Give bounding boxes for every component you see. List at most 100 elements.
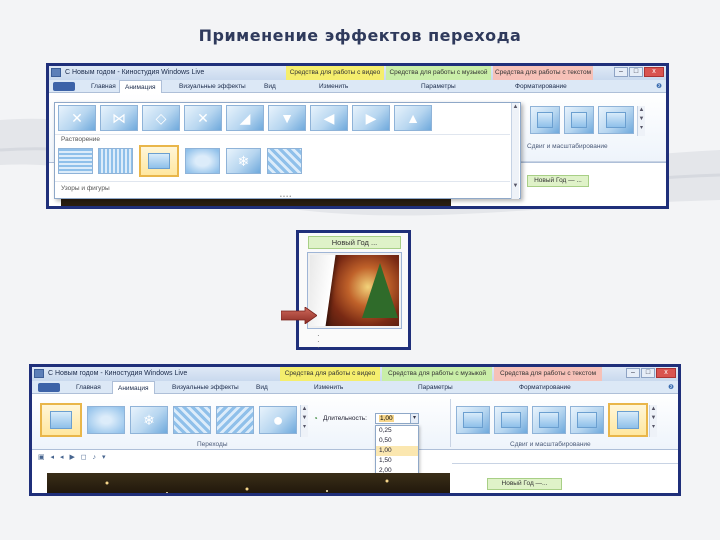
transition-thumb-2[interactable] — [87, 406, 125, 434]
transition-thumb-5[interactable] — [216, 406, 254, 434]
gallery-scrollbar[interactable]: ▲ ▼ — [511, 103, 519, 199]
close-icon[interactable]: x — [644, 67, 664, 77]
pan-zoom-scroll[interactable]: ▲ ▼ ▾ — [649, 405, 657, 437]
app-menu-icon[interactable] — [51, 68, 61, 77]
pan-zoom-thumb-2[interactable] — [564, 106, 594, 134]
file-menu-button[interactable] — [53, 82, 75, 91]
duration-option-050[interactable]: 0,50 — [376, 436, 418, 446]
transition-thumb-5[interactable]: ◢ — [226, 105, 264, 131]
transition-thumb-7[interactable]: ◀ — [310, 105, 348, 131]
pan-zoom-thumb-4[interactable] — [570, 406, 604, 434]
dissolve-thumb-5[interactable]: ❄ — [226, 148, 261, 174]
close-icon[interactable]: x — [656, 368, 676, 378]
quick-access-toolbar[interactable]: ▣ ◂ ◂ ▶ ◻ ♪ ▾ — [38, 453, 108, 461]
transition-thumb-3[interactable]: ◇ — [142, 105, 180, 131]
context-tab-text[interactable]: Средства для работы с текстом — [493, 66, 593, 80]
transition-thumb-selected[interactable] — [40, 403, 82, 437]
dissolve-thumb-2[interactable] — [98, 148, 133, 174]
tab-animation[interactable]: Анимация — [119, 80, 162, 93]
tab-home[interactable]: Главная — [91, 80, 116, 93]
tab-home[interactable]: Главная — [76, 381, 101, 394]
duration-label: Длительность: — [323, 415, 367, 422]
transition-thumb-2[interactable]: ⋈ — [100, 105, 138, 131]
maximize-icon[interactable]: □ — [641, 368, 655, 378]
window-controls: – □ x — [626, 368, 676, 378]
group-label-pan-zoom: Сдвиг и масштабирование — [527, 143, 608, 150]
transition-thumb-9[interactable]: ▲ — [394, 105, 432, 131]
tab-format[interactable]: Форматирование — [515, 80, 567, 93]
pan-zoom-thumb-1[interactable] — [456, 406, 490, 434]
timeline-clip-label: Новый Год —... — [487, 478, 562, 490]
transitions-scroll[interactable]: ▲ ▼ ▾ — [300, 405, 308, 437]
window-title: С Новым годом - Киностудия Windows Live — [48, 370, 188, 377]
clip-title-label: Новый Год ... — [308, 236, 401, 249]
tab-visual-effects[interactable]: Визуальные эффекты — [179, 80, 246, 93]
transitions-gallery-popup: ✕ ⋈ ◇ ✕ ◢ ▼ ◀ ▶ ▲ ▲ ▼ Растворение ❄ Узоры… — [54, 102, 521, 200]
context-tab-text[interactable]: Средства для работы с текстом — [494, 367, 602, 381]
chevron-down-icon[interactable]: ▾ — [410, 414, 418, 423]
group-label-transitions: Переходы — [197, 441, 228, 448]
screenshot-clip-thumbnail: Новый Год ... · · · — [296, 230, 411, 352]
title-bar: С Новым годом - Киностудия Windows Live … — [32, 367, 678, 381]
duration-option-100[interactable]: 1,00 — [376, 446, 418, 456]
pan-zoom-thumb-selected[interactable] — [608, 403, 648, 437]
pan-zoom-scroll[interactable]: ▲ ▼ ▾ — [637, 106, 645, 136]
duration-value: 1,00 — [379, 415, 394, 422]
tab-visual-effects[interactable]: Визуальные эффекты — [172, 381, 239, 394]
context-tab-music[interactable]: Средства для работы с музыкой — [386, 66, 491, 80]
minimize-icon[interactable]: – — [626, 368, 640, 378]
dissolve-thumb-6[interactable] — [267, 148, 302, 174]
transition-thumb-4[interactable]: ✕ — [184, 105, 222, 131]
help-icon[interactable]: ❷ — [668, 381, 674, 394]
tab-animation[interactable]: Анимация — [112, 381, 155, 394]
transition-thumb-6[interactable]: ▼ — [268, 105, 306, 131]
title-bar: С Новым годом - Киностудия Windows Live … — [49, 66, 666, 80]
clip-drag-handle[interactable]: · · · — [317, 332, 320, 352]
context-tab-music[interactable]: Средства для работы с музыкой — [382, 367, 492, 381]
transition-thumb-3[interactable]: ❄ — [130, 406, 168, 434]
window-title: С Новым годом - Киностудия Windows Live — [65, 69, 205, 76]
slide-title: Применение эффектов перехода — [198, 26, 522, 45]
help-icon[interactable]: ❷ — [656, 80, 662, 93]
context-tab-video[interactable]: Средства для работы с видео — [280, 367, 380, 381]
pan-zoom-thumb-1[interactable] — [530, 106, 560, 134]
tab-view[interactable]: Вид — [256, 381, 268, 394]
dissolve-thumb-1[interactable] — [58, 148, 93, 174]
preview-sparkles — [105, 479, 389, 493]
pan-zoom-thumb-3[interactable] — [532, 406, 566, 434]
context-tab-video[interactable]: Средства для работы с видео — [286, 66, 384, 80]
tab-options[interactable]: Параметры — [418, 381, 453, 394]
gallery-divider — [55, 134, 510, 135]
file-menu-button[interactable] — [38, 383, 60, 392]
duration-options-list: 0,25 0,50 1,00 1,50 2,00 — [375, 425, 419, 479]
transition-thumb-6[interactable]: ● — [259, 406, 297, 434]
ribbon-tabs: Главная Анимация Визуальные эффекты Вид … — [32, 381, 678, 394]
clip-photo-page-curl[interactable] — [308, 253, 401, 328]
tab-options[interactable]: Параметры — [421, 80, 456, 93]
dissolve-thumb-3-selected[interactable] — [139, 145, 179, 177]
tab-format[interactable]: Форматирование — [519, 381, 571, 394]
duration-option-025[interactable]: 0,25 — [376, 426, 418, 436]
pan-zoom-thumb-3[interactable] — [598, 106, 634, 134]
timeline-line — [452, 463, 678, 464]
tab-edit[interactable]: Изменить — [314, 381, 343, 394]
maximize-icon[interactable]: □ — [629, 67, 643, 77]
pan-zoom-thumb-2[interactable] — [494, 406, 528, 434]
group-label-pan-zoom: Сдвиг и масштабирование — [510, 441, 591, 448]
window-controls: – □ x — [614, 67, 664, 77]
duration-select[interactable]: 1,00 ▾ — [375, 413, 419, 424]
pointer-arrow-icon — [281, 307, 317, 324]
gallery-resize-grip[interactable]: • • • • — [280, 194, 291, 200]
screenshot-transitions-gallery: С Новым годом - Киностудия Windows Live … — [46, 63, 669, 209]
timeline-clip-label: Новый Год — ... — [527, 175, 589, 187]
duration-option-150[interactable]: 1,50 — [376, 456, 418, 466]
tab-view[interactable]: Вид — [264, 80, 276, 93]
tab-edit[interactable]: Изменить — [319, 80, 348, 93]
minimize-icon[interactable]: – — [614, 67, 628, 77]
dissolve-thumb-4[interactable] — [185, 148, 220, 174]
app-menu-icon[interactable] — [34, 369, 44, 378]
transition-thumb-1[interactable]: ✕ — [58, 105, 96, 131]
screenshot-duration-dropdown: С Новым годом - Киностудия Windows Live … — [29, 364, 681, 496]
transition-thumb-8[interactable]: ▶ — [352, 105, 390, 131]
transition-thumb-4[interactable] — [173, 406, 211, 434]
